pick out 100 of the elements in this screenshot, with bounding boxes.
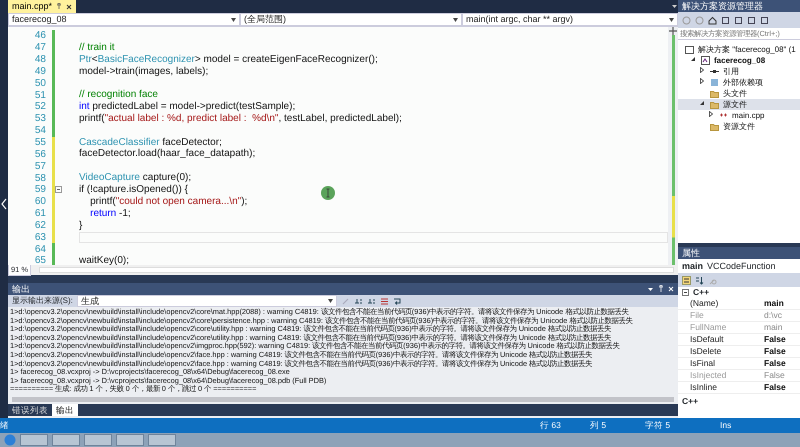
line-number: 53 — [34, 112, 47, 126]
code-line: // recognition face — [79, 89, 158, 102]
collapse-icon[interactable] — [682, 289, 689, 296]
property-name: (Name) — [689, 298, 720, 309]
horizontal-scrollbar[interactable] — [39, 267, 674, 273]
panel-tab[interactable]: 输出 — [52, 404, 78, 416]
line-number: 48 — [34, 53, 47, 67]
code-line: faceDetector.load(haar_face_datapath); — [79, 148, 256, 160]
status-item: 行 63 — [540, 419, 562, 432]
property-value: main — [763, 298, 784, 309]
code-line: return -1; — [89, 208, 131, 220]
status-item: 列 5 — [590, 419, 608, 432]
tree-item[interactable]: facerecog_08 — [678, 55, 800, 66]
status-item: Ins — [720, 419, 732, 432]
project-icon — [701, 56, 710, 65]
collapse-arrow-icon[interactable] — [690, 56, 696, 62]
line-number: 64 — [34, 242, 47, 256]
pin-icon[interactable] — [56, 3, 62, 10]
tree-item[interactable]: 资源文件 — [678, 121, 800, 132]
panel-title: 解决方案资源管理器 — [678, 0, 800, 12]
code-line: // train it — [79, 42, 115, 54]
property-name: IsDelete — [689, 346, 722, 357]
line-number: 46 — [34, 29, 47, 43]
caret-icon — [328, 299, 333, 303]
line-number: 59 — [34, 183, 47, 197]
collapse-arrow-icon[interactable] — [699, 100, 705, 106]
panel-title: 属性 — [678, 247, 800, 259]
property-name: File — [689, 310, 705, 321]
vertical-scrollbar[interactable] — [668, 27, 678, 265]
property-value: False — [763, 334, 786, 345]
clear-all-icon[interactable] — [380, 296, 389, 306]
word-wrap-icon[interactable] — [392, 296, 402, 306]
tree-item[interactable]: main.cpp — [678, 110, 800, 121]
code-line: } — [79, 220, 82, 232]
tree-item[interactable]: 头文件 — [678, 88, 800, 99]
editor-tab[interactable]: main.cpp* — [8, 0, 76, 13]
code-line: model->train(images, labels); — [79, 66, 208, 78]
code-line: printf("actual label : %d, predict label : %d\n", testLabel, predictedLabel); — [79, 112, 402, 125]
horizontal-scrollbar[interactable] — [12, 397, 674, 402]
source-label: 显示输出来源(S): — [12, 295, 73, 307]
expand-arrow-icon[interactable] — [699, 78, 705, 84]
property-value: main — [763, 322, 782, 333]
code-line: VideoCapture capture(0); — [79, 172, 192, 184]
line-number: 63 — [34, 230, 47, 245]
line-number: 54 — [34, 124, 47, 138]
caret-icon — [231, 18, 236, 22]
code-line: waitKey(0); — [79, 255, 130, 265]
property-name: IsInjected — [689, 370, 728, 381]
line-number: 51 — [34, 88, 47, 102]
source-dropdown[interactable]: 生成 — [76, 295, 337, 307]
categorized-icon[interactable] — [682, 276, 691, 284]
property-name: IsFinal — [689, 358, 716, 369]
property-description: C++ — [681, 395, 700, 408]
property-value: False — [763, 358, 786, 369]
navigation-dropdown[interactable]: facerecog_08 — [8, 13, 240, 26]
line-number: 56 — [34, 148, 47, 162]
cursor-highlight-icon — [321, 186, 335, 200]
object-type: VCCodeFunction — [707, 260, 776, 273]
line-number: 57 — [34, 160, 47, 174]
line-number: 61 — [34, 207, 47, 221]
line-number: 47 — [34, 41, 47, 55]
dropdown-icon[interactable] — [647, 286, 654, 292]
tree-item[interactable]: 外部依赖项 — [678, 77, 800, 88]
close-icon[interactable] — [66, 4, 72, 10]
split-icon — [669, 27, 677, 35]
expand-arrow-icon[interactable] — [708, 111, 714, 118]
caret-icon — [453, 18, 458, 22]
line-number: 55 — [34, 136, 47, 150]
line-number: 50 — [34, 76, 47, 91]
collapse-icon[interactable] — [55, 186, 62, 194]
code-line: Ptr<BasicFaceRecognizer> model = createEigenFaceRecognizer(); — [79, 54, 378, 66]
navigation-dropdown[interactable]: main(int argc, char ** argv) — [462, 13, 678, 26]
navigation-dropdown[interactable]: (全局范围) — [240, 13, 462, 26]
status-item: 字符 5 — [645, 419, 672, 432]
panel-title: 输出 — [12, 283, 31, 295]
line-number: 62 — [34, 218, 47, 233]
next-message-icon[interactable] — [366, 296, 376, 306]
tree-item[interactable]: 解决方案 "facerecog_08" (1 — [678, 44, 800, 55]
property-value: d:\vc — [763, 310, 782, 321]
code-line: if (!capture.isOpened()) { — [79, 184, 188, 196]
code-line: CascadeClassifier faceDetector; — [79, 136, 222, 148]
object-name: main — [682, 260, 704, 273]
line-number: 60 — [34, 195, 47, 209]
property-name: IsDefault — [689, 334, 725, 345]
sort-icon[interactable] — [695, 276, 704, 284]
home-icon[interactable] — [708, 16, 717, 24]
line-number: 58 — [34, 172, 47, 185]
start-button-icon[interactable] — [4, 434, 16, 446]
tree-item[interactable]: 引用 — [678, 66, 800, 77]
previous-message-icon[interactable] — [354, 296, 363, 306]
expand-arrow-icon[interactable] — [699, 67, 705, 74]
caret-icon — [669, 18, 674, 22]
property-name: IsInline — [689, 382, 718, 393]
dropdown-icon[interactable] — [671, 4, 678, 9]
line-number: 65 — [34, 254, 47, 265]
line-number: 49 — [34, 64, 47, 79]
solution-icon — [685, 45, 694, 54]
property-value: False — [763, 370, 785, 381]
property-value: False — [763, 382, 786, 393]
tree-item[interactable]: 源文件 — [678, 99, 800, 110]
